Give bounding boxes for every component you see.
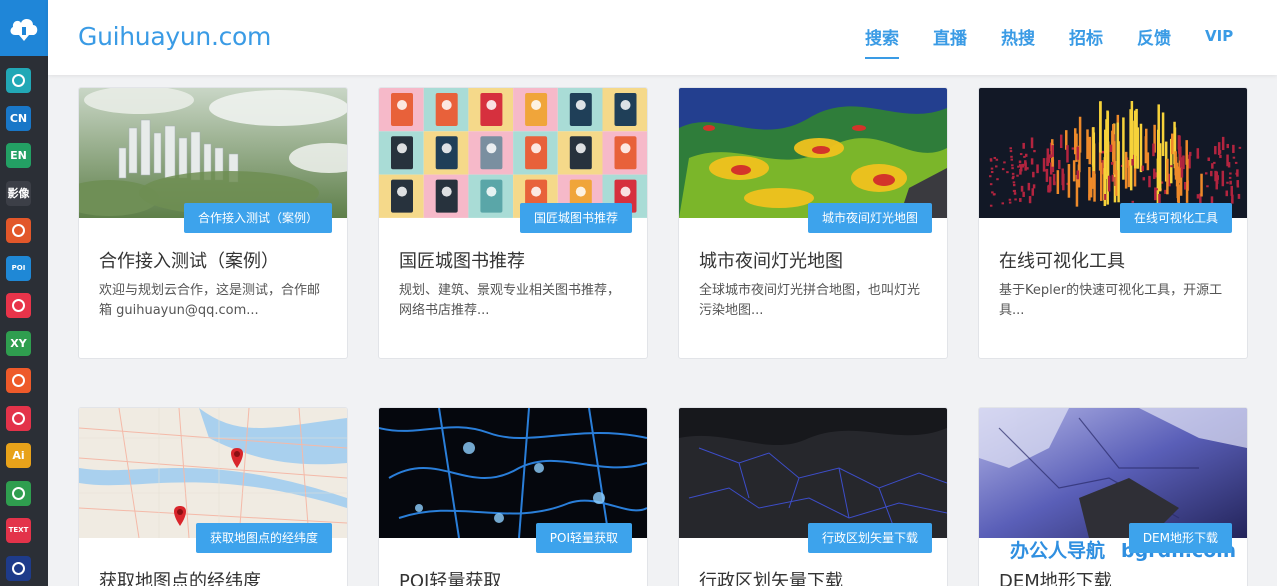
card-description: 欢迎与规划云合作，这是测试，合作邮箱 guihuayun@qq.com...: [99, 283, 321, 318]
nav-feedback[interactable]: 反馈: [1137, 24, 1171, 49]
card-description: 规划、建筑、景观专业相关图书推荐，网络书店推荐...: [399, 283, 621, 318]
rail-glyph: [12, 411, 25, 425]
rail-label: POI: [11, 263, 26, 272]
rail-glyph: [12, 486, 25, 500]
card-tag[interactable]: 国匠城图书推荐: [519, 203, 632, 233]
palette-icon[interactable]: [6, 555, 31, 581]
search-map-icon[interactable]: [6, 68, 31, 93]
rail-label: TEXT: [8, 526, 29, 534]
rail-glyph: [12, 374, 25, 387]
card-title[interactable]: 城市夜间灯光地图: [699, 247, 843, 273]
card-thumbnail[interactable]: [679, 408, 947, 538]
nav-hot-search[interactable]: 热搜: [1001, 24, 1035, 49]
nav-bidding[interactable]: 招标: [1069, 24, 1103, 49]
cloud-logo-icon[interactable]: [0, 0, 48, 56]
lightbulb-icon[interactable]: [6, 368, 31, 393]
text-icon[interactable]: TEXT: [6, 518, 31, 543]
rail-label: EN: [10, 149, 27, 162]
map-image-icon[interactable]: 影像: [6, 180, 31, 206]
rail-label: XY: [10, 336, 27, 350]
card-thumbnail[interactable]: [379, 88, 647, 218]
rail-glyph: [12, 224, 25, 237]
image-icon[interactable]: [6, 405, 31, 431]
app: CN EN 影像 POI XY Ai TEXT Guihuayun.com 搜索 直播 热搜…: [0, 0, 1277, 586]
watermark-part1: 办公人导航: [1010, 540, 1106, 562]
card-description: 全球城市夜间灯光拼合地图，也叫灯光污染地图...: [699, 283, 921, 318]
card-tag[interactable]: 城市夜间灯光地图: [807, 203, 932, 233]
tool-rail: CN EN 影像 POI XY Ai TEXT: [0, 0, 48, 586]
card-tag[interactable]: 合作接入测试（案例）: [183, 203, 332, 233]
rail-label: 影像: [7, 186, 30, 200]
china-map-icon[interactable]: [6, 218, 31, 243]
card-title[interactable]: DEM地形下载: [999, 567, 1112, 586]
card-description: 基于Kepler的快速可视化工具，开源工具...: [999, 283, 1223, 318]
card-get-coordinates[interactable]: 获取地图点的经纬度 获取地图点的经纬度: [78, 407, 348, 586]
card-title[interactable]: 获取地图点的经纬度: [99, 567, 261, 586]
card-tag[interactable]: POI轻量获取: [535, 523, 632, 553]
card-thumbnail[interactable]: [979, 408, 1247, 538]
card-admin-boundary-download[interactable]: 行政区划矢量下载 行政区划矢量下载: [678, 407, 948, 586]
header: Guihuayun.com 搜索 直播 热搜 招标 反馈 VIP: [48, 0, 1277, 75]
ai-icon[interactable]: Ai: [6, 443, 31, 468]
nav-search[interactable]: 搜索: [865, 24, 899, 59]
road-icon[interactable]: [6, 480, 31, 506]
card-poi-fetch[interactable]: POI轻量获取 POI轻量获取: [378, 407, 648, 586]
card-tag[interactable]: 获取地图点的经纬度: [195, 523, 332, 553]
rail-glyph: [12, 561, 25, 575]
card-title[interactable]: POI轻量获取: [399, 567, 501, 586]
card-online-visualization[interactable]: 在线可视化工具 在线可视化工具 基于Kepler的快速可视化工具，开源工具...: [978, 87, 1248, 359]
card-title[interactable]: 国匠城图书推荐: [399, 247, 525, 273]
rail-glyph: [12, 299, 25, 312]
card-thumbnail[interactable]: [679, 88, 947, 218]
nav-vip[interactable]: VIP: [1205, 27, 1233, 45]
card-thumbnail[interactable]: [979, 88, 1247, 218]
main-nav: 搜索 直播 热搜 招标 反馈 VIP: [48, 24, 1277, 64]
poi-icon[interactable]: POI: [6, 255, 31, 281]
map-cn-icon[interactable]: CN: [6, 105, 31, 131]
card-partner-test[interactable]: 合作接入测试（案例） 合作接入测试（案例） 欢迎与规划云合作，这是测试，合作邮箱…: [78, 87, 348, 359]
map-en-icon[interactable]: EN: [6, 143, 31, 168]
card-title[interactable]: 行政区划矢量下载: [699, 567, 843, 586]
nav-live[interactable]: 直播: [933, 24, 967, 49]
card-thumbnail[interactable]: [79, 88, 347, 218]
card-night-light-map[interactable]: 城市夜间灯光地图 城市夜间灯光地图 全球城市夜间灯光拼合地图，也叫灯光污染地图.…: [678, 87, 948, 359]
card-tag[interactable]: DEM地形下载: [1128, 523, 1232, 553]
card-title[interactable]: 合作接入测试（案例）: [99, 247, 279, 273]
rail-label: CN: [9, 111, 28, 125]
card-tag[interactable]: 在线可视化工具: [1119, 203, 1232, 233]
pie-chart-icon[interactable]: [6, 293, 31, 318]
card-book-recommend[interactable]: 国匠城图书推荐 国匠城图书推荐 规划、建筑、景观专业相关图书推荐，网络书店推荐.…: [378, 87, 648, 359]
xy-icon[interactable]: XY: [6, 330, 31, 356]
card-title[interactable]: 在线可视化工具: [999, 247, 1125, 273]
rail-glyph: [12, 74, 25, 87]
card-tag[interactable]: 行政区划矢量下载: [807, 523, 932, 553]
card-thumbnail[interactable]: [79, 408, 347, 538]
rail-label: Ai: [12, 449, 25, 462]
card-thumbnail[interactable]: [379, 408, 647, 538]
